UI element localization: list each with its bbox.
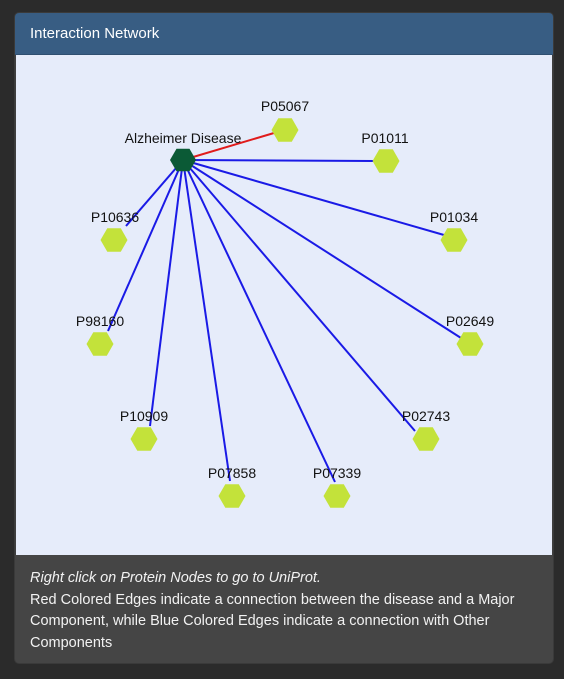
protein-label: P01034: [430, 209, 478, 225]
protein-hexagon-icon[interactable]: [100, 228, 128, 252]
protein-label: P10909: [120, 408, 168, 424]
disease-node[interactable]: Alzheimer Disease: [125, 130, 242, 172]
protein-node-p10909[interactable]: P10909: [120, 408, 168, 451]
edge-p01034-other: [182, 159, 445, 236]
protein-node-p02743[interactable]: P02743: [402, 408, 450, 451]
protein-node-p98160[interactable]: P98160: [76, 313, 124, 356]
protein-hexagon-icon[interactable]: [218, 484, 246, 508]
edge-p01011-other: [182, 159, 375, 162]
interaction-network-panel: Interaction Network Alzheimer Disease P05…: [14, 12, 554, 664]
disease-hexagon-icon[interactable]: [170, 148, 196, 172]
edge-color-legend: Red Colored Edges indicate a connection …: [30, 591, 515, 651]
protein-label: P01011: [361, 130, 408, 146]
protein-label: P07858: [208, 465, 256, 481]
protein-hexagon-icon[interactable]: [440, 228, 468, 252]
edge-p02743-other: [182, 159, 416, 432]
uniprot-hint: Right click on Protein Nodes to go to Un…: [30, 570, 321, 586]
protein-node-p10636[interactable]: P10636: [91, 209, 139, 252]
protein-label: P10636: [91, 209, 139, 225]
protein-hexagon-icon[interactable]: [456, 332, 484, 356]
protein-label: P98160: [76, 313, 124, 329]
protein-node-p02649[interactable]: P02649: [446, 313, 494, 356]
protein-hexagon-icon[interactable]: [130, 427, 158, 451]
node-layer: Alzheimer Disease P05067 P01011 P10636 P0103…: [76, 98, 494, 508]
disease-label: Alzheimer Disease: [125, 130, 242, 146]
protein-label: P02743: [402, 408, 450, 424]
protein-label: P05067: [261, 98, 309, 114]
protein-hexagon-icon[interactable]: [372, 149, 400, 173]
protein-hexagon-icon[interactable]: [412, 427, 440, 451]
protein-hexagon-icon[interactable]: [323, 484, 351, 508]
panel-title: Interaction Network: [15, 13, 553, 55]
protein-label: P02649: [446, 313, 494, 329]
protein-hexagon-icon[interactable]: [271, 118, 299, 142]
protein-node-p07339[interactable]: P07339: [313, 465, 361, 508]
edge-layer: [107, 132, 462, 483]
protein-node-p07858[interactable]: P07858: [208, 465, 256, 508]
network-canvas[interactable]: Alzheimer Disease P05067 P01011 P10636 P0103…: [16, 55, 552, 555]
protein-node-p01034[interactable]: P01034: [430, 209, 478, 252]
network-graph[interactable]: Alzheimer Disease P05067 P01011 P10636 P0103…: [16, 55, 552, 555]
protein-label: P07339: [313, 465, 361, 481]
protein-node-p01011[interactable]: P01011: [361, 130, 409, 173]
protein-hexagon-icon[interactable]: [86, 332, 114, 356]
legend-footer: Right click on Protein Nodes to go to Un…: [15, 555, 553, 663]
